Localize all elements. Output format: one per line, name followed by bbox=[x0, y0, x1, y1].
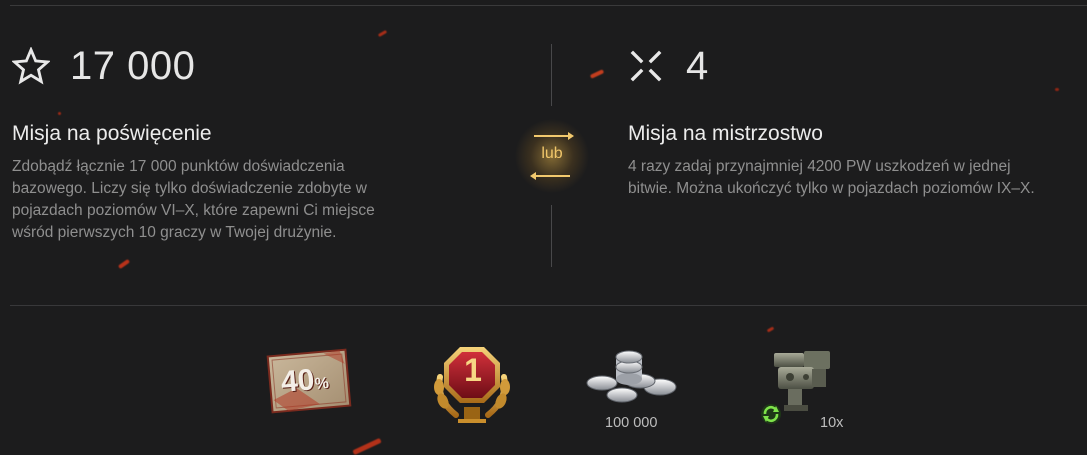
ember-decoration bbox=[766, 326, 775, 333]
score-row: 4 bbox=[628, 40, 1087, 92]
mission-title: Misja na mistrzostwo bbox=[628, 122, 823, 145]
score-value: 4 bbox=[686, 43, 709, 88]
mission-sacrifice: 17 000 Misja na poświęcenie Zdobądź łącz… bbox=[12, 40, 452, 244]
or-separator: lub bbox=[514, 119, 590, 193]
silver-coins-icon bbox=[582, 345, 684, 410]
reward-rank-badge[interactable]: 1 bbox=[422, 335, 522, 435]
reward-equipment[interactable]: 10x bbox=[760, 335, 860, 435]
ember-decoration bbox=[589, 69, 605, 79]
reward-discount[interactable]: 40% bbox=[262, 335, 362, 435]
ember-decoration bbox=[117, 258, 131, 270]
reward-silver[interactable]: 100 000 bbox=[582, 335, 682, 435]
mission-description: 4 razy zadaj przynajmniej 4200 PW uszkod… bbox=[628, 158, 1035, 197]
section-divider bbox=[10, 305, 1087, 306]
crosshair-corners-icon bbox=[628, 46, 668, 86]
ember-decoration bbox=[377, 29, 388, 38]
mission-description: Zdobądź łącznie 17 000 punktów doświadcz… bbox=[12, 158, 375, 241]
mission-mastery: 4 Misja na mistrzostwo 4 razy zadaj przy… bbox=[628, 40, 1087, 200]
vertical-divider bbox=[551, 44, 552, 106]
rewards-row: 40% 1 100 000 10x bbox=[0, 335, 1087, 445]
star-outline-icon bbox=[12, 46, 52, 86]
score-value: 17 000 bbox=[70, 43, 196, 88]
discount-percent: 40% bbox=[279, 363, 330, 400]
mission-title: Misja na poświęcenie bbox=[12, 122, 212, 145]
top-divider bbox=[10, 5, 1087, 6]
vertical-divider bbox=[551, 205, 552, 267]
reward-amount: 100 000 bbox=[605, 415, 658, 431]
score-row: 17 000 bbox=[12, 40, 452, 92]
rank-number: 1 bbox=[464, 352, 482, 388]
reward-count: 10x bbox=[820, 415, 844, 431]
refresh-icon bbox=[760, 403, 782, 430]
or-label: lub bbox=[541, 145, 563, 162]
